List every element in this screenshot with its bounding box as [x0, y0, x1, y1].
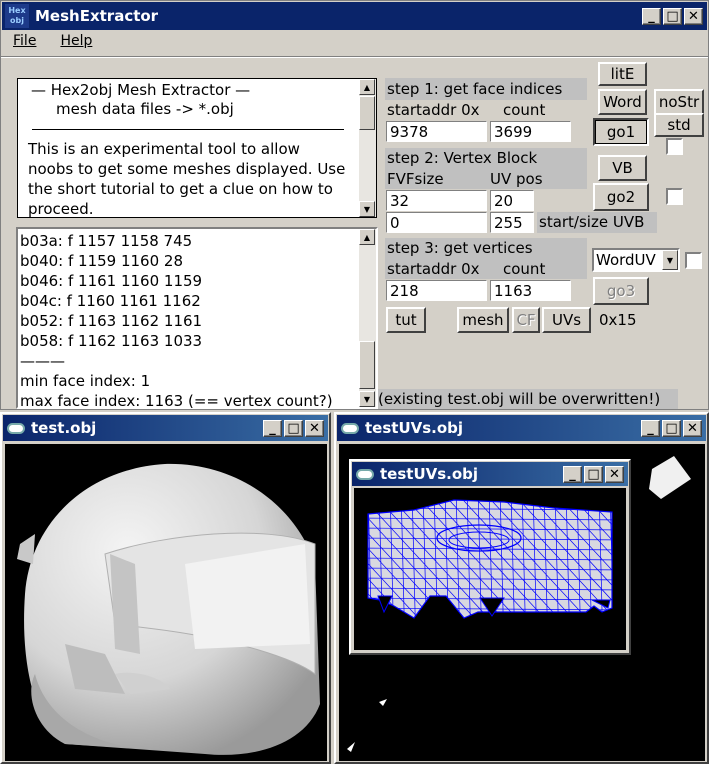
step3-count-input[interactable]: 1163 [490, 280, 571, 301]
uvb-label: start/size UVB [537, 212, 657, 233]
maximize-icon[interactable]: □ [663, 7, 682, 25]
go1-button[interactable]: go1 [593, 118, 649, 146]
step2-fvf-label: FVFsize [387, 170, 444, 188]
go2-button[interactable]: go2 [593, 183, 649, 211]
chevron-down-icon[interactable]: ▼ [662, 250, 678, 270]
testuvs-titlebar[interactable]: testUVs.obj _ □ ✕ [337, 415, 706, 441]
window-title: MeshExtractor [35, 7, 159, 25]
maximize-icon[interactable]: □ [662, 419, 681, 437]
uv-wireframe [367, 499, 613, 619]
testuvs-inner-window: testUVs.obj _ □ ✕ [349, 459, 631, 655]
go3-button[interactable]: go3 [593, 277, 649, 305]
menubar: File Help [7, 33, 92, 53]
test-obj-titlebar[interactable]: test.obj _ □ ✕ [3, 415, 328, 441]
log-line: min face index: 1 [20, 372, 151, 390]
helmet-viewport[interactable] [5, 444, 327, 761]
vb-button[interactable]: VB [598, 155, 647, 181]
step1-count-input[interactable]: 3699 [490, 121, 571, 142]
log-line: b04c: f 1160 1161 1162 [20, 292, 201, 310]
minimize-icon[interactable]: _ [641, 419, 660, 437]
testuvs-title: testUVs.obj [365, 419, 464, 437]
step2-title: step 2: Vertex Block [385, 148, 587, 169]
testuvs-obj-window: testUVs.obj _ □ ✕ testUVs.obj _ □ ✕ [334, 412, 709, 764]
log-line: ——— [20, 352, 65, 370]
step1-addr-label: startaddr 0x [387, 101, 480, 119]
info-subheading: mesh data files -> *.obj [56, 100, 234, 118]
std-button[interactable]: std [654, 113, 704, 137]
scroll-thumb[interactable] [359, 96, 375, 130]
scroll-thumb[interactable] [359, 341, 375, 389]
cf-button[interactable]: CF [512, 307, 540, 333]
uv-format-select[interactable]: WordUV ▼ [592, 248, 680, 272]
overwrite-warning: (existing test.obj will be overwritten!) [378, 389, 678, 409]
info-scrollbar[interactable]: ▲ ▼ [359, 79, 376, 217]
step1-count-label: count [503, 101, 546, 119]
lite-button[interactable]: litE [598, 62, 647, 86]
window-icon [356, 468, 374, 480]
log-textbox[interactable]: b03a: f 1157 1158 745 b040: f 1159 1160 … [16, 227, 378, 411]
menu-file[interactable]: File [7, 33, 42, 53]
scroll-down-icon[interactable]: ▼ [359, 201, 375, 217]
uvb-size-input[interactable]: 255 [490, 212, 534, 233]
minimize-icon[interactable]: _ [263, 419, 282, 437]
close-icon[interactable]: ✕ [684, 7, 703, 25]
go2-checkbox[interactable] [666, 188, 683, 205]
log-line: max face index: 1163 (== vertex count?) [20, 392, 333, 410]
step3-title: step 3: get vertices [385, 238, 587, 259]
close-icon[interactable]: ✕ [605, 465, 624, 483]
log-scrollbar[interactable]: ▲ ▼ [359, 229, 376, 407]
info-textbox[interactable]: — Hex2obj Mesh Extractor — mesh data fil… [17, 78, 377, 218]
fvf-size-input[interactable]: 32 [386, 190, 487, 211]
step1-title: step 1: get face indices [385, 78, 587, 100]
uv-pos-input[interactable]: 20 [490, 190, 534, 211]
step3-addr-input[interactable]: 218 [386, 280, 487, 301]
log-line: b046: f 1161 1160 1159 [20, 272, 203, 290]
helmet-render [17, 463, 321, 755]
test-obj-window: test.obj _ □ ✕ [0, 412, 331, 764]
close-icon[interactable]: ✕ [683, 419, 702, 437]
log-line: b040: f 1159 1160 28 [20, 252, 183, 270]
window-icon [341, 422, 359, 434]
step3-count-label: count [503, 260, 546, 278]
log-line: b058: f 1162 1163 1033 [20, 332, 203, 350]
uvs-button[interactable]: UVs [542, 307, 591, 333]
uv-format-checkbox[interactable] [685, 252, 702, 269]
step2-uvpos-label: UV pos [490, 170, 543, 188]
tut-button[interactable]: tut [386, 307, 426, 333]
menu-separator [1, 56, 708, 58]
test-obj-title: test.obj [31, 419, 97, 437]
scroll-down-icon[interactable]: ▼ [359, 391, 375, 407]
log-line: b052: f 1163 1162 1161 [20, 312, 203, 330]
window-icon [7, 422, 25, 434]
maximize-icon[interactable]: □ [284, 419, 303, 437]
log-content: b03a: f 1157 1158 745 b040: f 1159 1160 … [20, 231, 333, 411]
info-divider [32, 129, 344, 130]
close-icon[interactable]: ✕ [305, 419, 324, 437]
inner-title: testUVs.obj [380, 465, 479, 483]
hex-label: 0x15 [599, 311, 637, 329]
menu-help[interactable]: Help [60, 33, 92, 53]
std-checkbox[interactable] [666, 138, 683, 155]
scroll-up-icon[interactable]: ▲ [359, 79, 375, 95]
uvb-start-input[interactable]: 0 [386, 212, 487, 233]
minimize-icon[interactable]: _ [642, 7, 661, 25]
step3-addr-label: startaddr 0x [387, 260, 480, 278]
minimize-icon[interactable]: _ [563, 465, 582, 483]
main-window: Hex obj MeshExtractor _ □ ✕ File Help — H… [0, 0, 709, 410]
main-titlebar[interactable]: Hex obj MeshExtractor _ □ ✕ [2, 2, 707, 30]
nostr-button[interactable]: noStr [654, 89, 704, 115]
step1-addr-input[interactable]: 9378 [386, 121, 487, 142]
log-line: b03a: f 1157 1158 745 [20, 232, 193, 250]
maximize-icon[interactable]: □ [584, 465, 603, 483]
info-heading: — Hex2obj Mesh Extractor — [31, 81, 251, 99]
uv-mesh-viewport[interactable] [354, 488, 626, 650]
uv-format-value: WordUV [596, 251, 656, 269]
inner-titlebar[interactable]: testUVs.obj _ □ ✕ [352, 462, 628, 486]
mesh-button[interactable]: mesh [457, 307, 509, 333]
info-body: This is an experimental tool to allow no… [28, 140, 346, 218]
app-icon: Hex obj [5, 4, 29, 28]
scroll-up-icon[interactable]: ▲ [359, 229, 375, 245]
word-button[interactable]: Word [598, 89, 647, 115]
